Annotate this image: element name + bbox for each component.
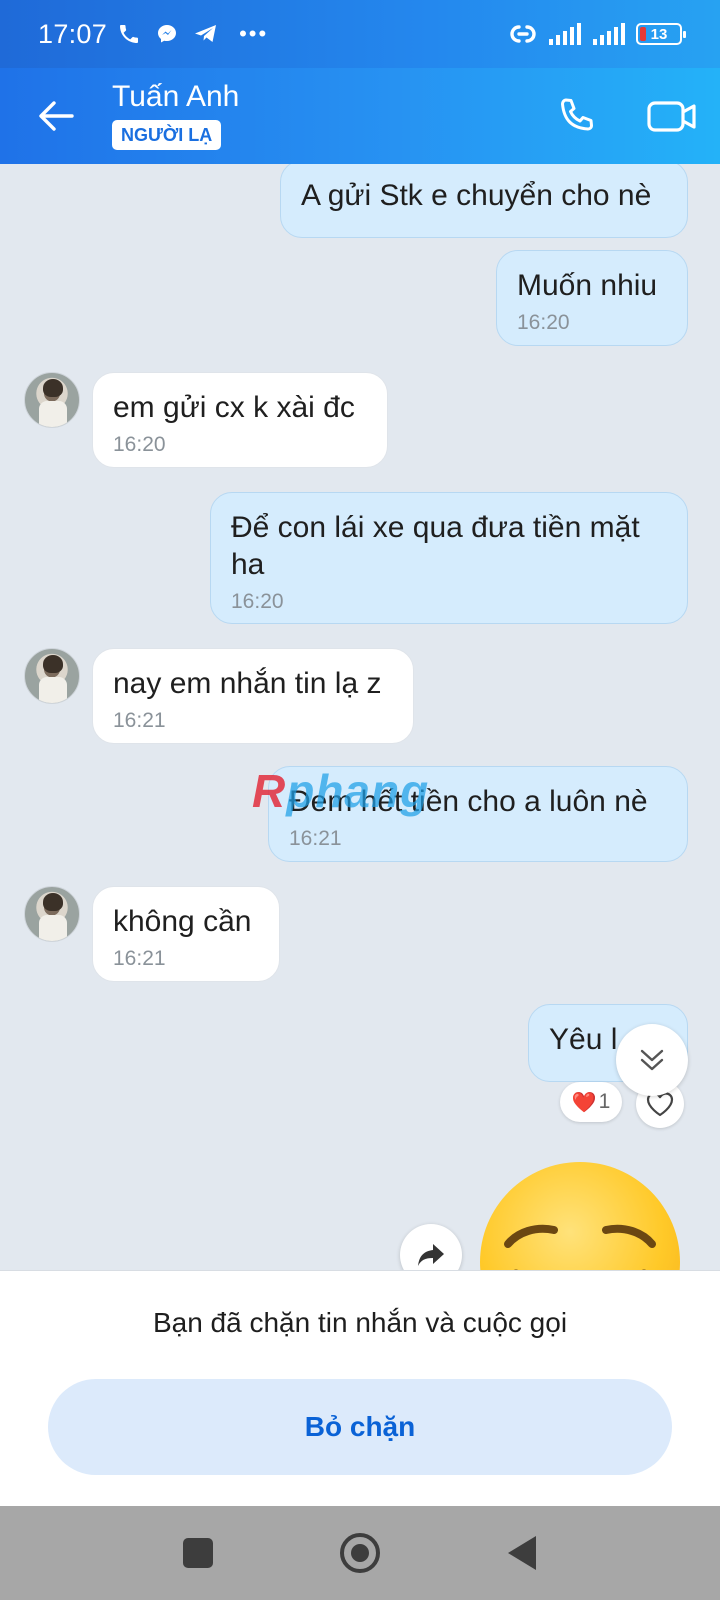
chat-header: Tuấn Anh NGƯỜI LẠ — [0, 68, 720, 164]
message-text: Muốn nhiu — [517, 269, 658, 302]
stranger-badge: NGƯỜI LẠ — [112, 120, 222, 150]
contact-avatar[interactable] — [24, 648, 80, 704]
message-bubble-outgoing[interactable]: Đem hết tiền cho a luôn nè 16:21 — [268, 766, 688, 862]
message-text: em gửi cx k xài đc — [113, 391, 355, 424]
message-time: 16:20 — [113, 433, 166, 456]
contact-name[interactable]: Tuấn Anh — [112, 80, 239, 114]
message-bubble-incoming[interactable]: không cần 16:21 — [92, 886, 280, 982]
blocked-notice: Bạn đã chặn tin nhắn và cuộc gọi — [152, 1307, 568, 1338]
message-bubble-outgoing[interactable]: Để con lái xe qua đưa tiền mặt ha 16:20 — [210, 492, 688, 624]
contact-avatar[interactable] — [24, 372, 80, 428]
status-left-icons: ••• — [117, 21, 268, 47]
phone-call-icon — [120, 25, 139, 43]
unblock-button[interactable]: Bỏ chặn — [48, 1379, 672, 1475]
back-triangle-icon[interactable] — [508, 1536, 536, 1570]
message-time: 16:21 — [113, 709, 166, 732]
signal-1-icon — [549, 23, 581, 45]
message-list[interactable]: A gửi Stk e chuyển cho nè Muốn nhiu 16:2… — [0, 164, 720, 1270]
message-bubble-incoming[interactable]: nay em nhắn tin lạ z 16:21 — [92, 648, 414, 744]
system-nav-bar — [0, 1506, 720, 1600]
heart-reaction-icon: ❤️ — [571, 1091, 597, 1114]
message-text: nay em nhắn tin lạ z — [113, 667, 382, 700]
status-time: 17:07 — [38, 18, 108, 49]
message-bubble-incoming[interactable]: em gửi cx k xài đc 16:20 — [92, 372, 388, 468]
reaction-count-value: 1 — [598, 1090, 611, 1113]
messenger-icon — [158, 25, 177, 43]
hotspot-link-icon — [510, 25, 536, 43]
back-arrow-icon[interactable] — [34, 94, 78, 138]
contact-avatar[interactable] — [24, 886, 80, 942]
video-call-icon[interactable] — [646, 94, 698, 138]
home-circle-icon[interactable] — [340, 1533, 380, 1573]
message-text: Đem hết tiền cho a luôn nè — [289, 785, 648, 818]
reaction-count[interactable]: ❤️ 1 — [560, 1082, 622, 1122]
signal-2-icon — [593, 23, 625, 45]
message-time: 16:21 — [113, 947, 166, 970]
message-bubble-outgoing[interactable]: A gửi Stk e chuyển cho nè — [280, 164, 688, 238]
recents-square-icon[interactable] — [183, 1538, 213, 1568]
more-notifications-icon: ••• — [239, 21, 269, 46]
forward-button[interactable] — [400, 1224, 462, 1270]
status-bar: 17:07 ••• 13 — [0, 0, 720, 68]
message-time: 16:20 — [231, 590, 284, 613]
pensive-eyes-icon — [504, 1224, 656, 1270]
message-time: 16:20 — [517, 311, 570, 334]
forward-arrow-icon — [418, 1244, 444, 1266]
telegram-icon — [195, 25, 217, 42]
message-bubble-outgoing[interactable]: Muốn nhiu 16:20 — [496, 250, 688, 346]
message-text: A gửi Stk e chuyển cho nè — [301, 179, 652, 212]
scroll-to-bottom-button[interactable] — [616, 1024, 688, 1096]
message-time: 16:21 — [289, 827, 342, 850]
battery-icon: 13 — [636, 23, 686, 45]
blocked-panel: Bạn đã chặn tin nhắn và cuộc gọi Bỏ chặn — [0, 1270, 720, 1506]
message-text: Để con lái xe qua đưa tiền mặt ha — [231, 511, 640, 581]
pensive-face-sticker[interactable] — [480, 1162, 680, 1270]
message-text: không cần — [113, 905, 252, 938]
double-chevron-down-icon — [640, 1049, 664, 1071]
status-right-icons: 13 — [508, 21, 686, 47]
battery-level: 13 — [650, 25, 668, 43]
voice-call-icon[interactable] — [554, 94, 598, 138]
